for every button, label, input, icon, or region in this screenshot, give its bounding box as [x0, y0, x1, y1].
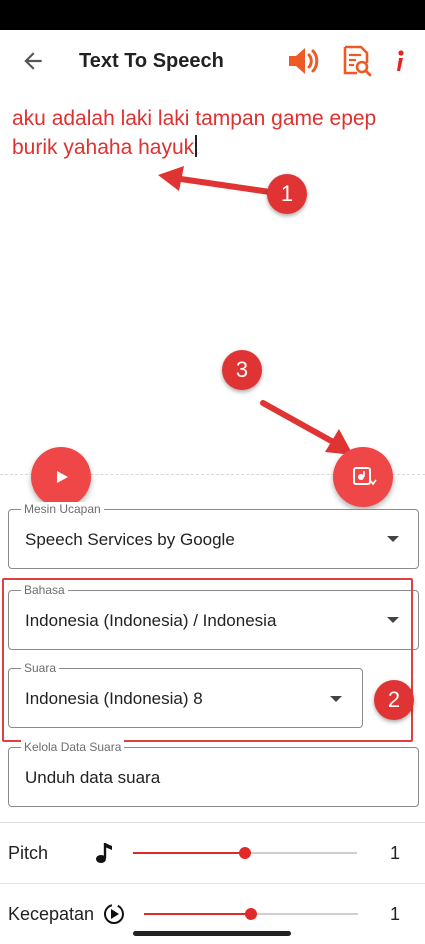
save-audio-icon: [353, 467, 377, 486]
pitch-slider-fill: [133, 852, 245, 854]
annotation-marker-3: 3: [222, 350, 262, 390]
play-button[interactable]: [31, 447, 91, 507]
pitch-value: 1: [390, 843, 401, 863]
app-bar: Text To Speech: [0, 30, 425, 92]
info-icon[interactable]: [383, 44, 417, 78]
voice-data-button[interactable]: Kelola Data Suara Unduh data suara: [8, 740, 419, 807]
document-search-icon[interactable]: [339, 44, 373, 78]
pitch-slider[interactable]: [133, 847, 357, 859]
text-input[interactable]: aku adalah laki laki tampan game epep bu…: [12, 104, 412, 162]
annotation-arrow-1: [158, 166, 273, 195]
home-indicator: [133, 931, 291, 936]
status-bar: [0, 0, 425, 30]
voice-data-value: Unduh data suara: [25, 768, 161, 787]
text-input-content: aku adalah laki laki tampan game epep bu…: [12, 107, 377, 159]
text-cursor: [195, 135, 198, 157]
engine-select[interactable]: Mesin Ucapan Speech Services by Google: [8, 502, 419, 569]
engine-value: Speech Services by Google: [25, 530, 235, 549]
speed-play-icon: [104, 904, 124, 924]
back-arrow-icon[interactable]: [20, 48, 46, 74]
speed-slider-fill: [144, 913, 251, 915]
speed-value: 1: [390, 904, 401, 924]
divider: [0, 822, 425, 823]
voice-data-label: Kelola Data Suara: [21, 740, 125, 754]
annotation-marker-1: 1: [267, 174, 307, 214]
music-note-icon: [96, 843, 112, 863]
speed-slider-thumb[interactable]: [245, 908, 257, 920]
annotation-highlight-box: [2, 578, 413, 742]
speed-label: Kecepatan: [8, 904, 95, 924]
save-audio-button[interactable]: [333, 447, 393, 507]
pitch-slider-thumb[interactable]: [239, 847, 251, 859]
play-icon: [57, 471, 68, 483]
speed-slider[interactable]: [144, 908, 358, 920]
engine-label: Mesin Ucapan: [21, 502, 104, 516]
pitch-label: Pitch: [8, 843, 49, 863]
annotation-marker-2: 2: [374, 680, 414, 720]
chevron-down-icon: [387, 536, 399, 542]
page-title: Text To Speech: [79, 50, 224, 72]
speaker-icon[interactable]: [286, 44, 320, 78]
divider: [0, 883, 425, 884]
